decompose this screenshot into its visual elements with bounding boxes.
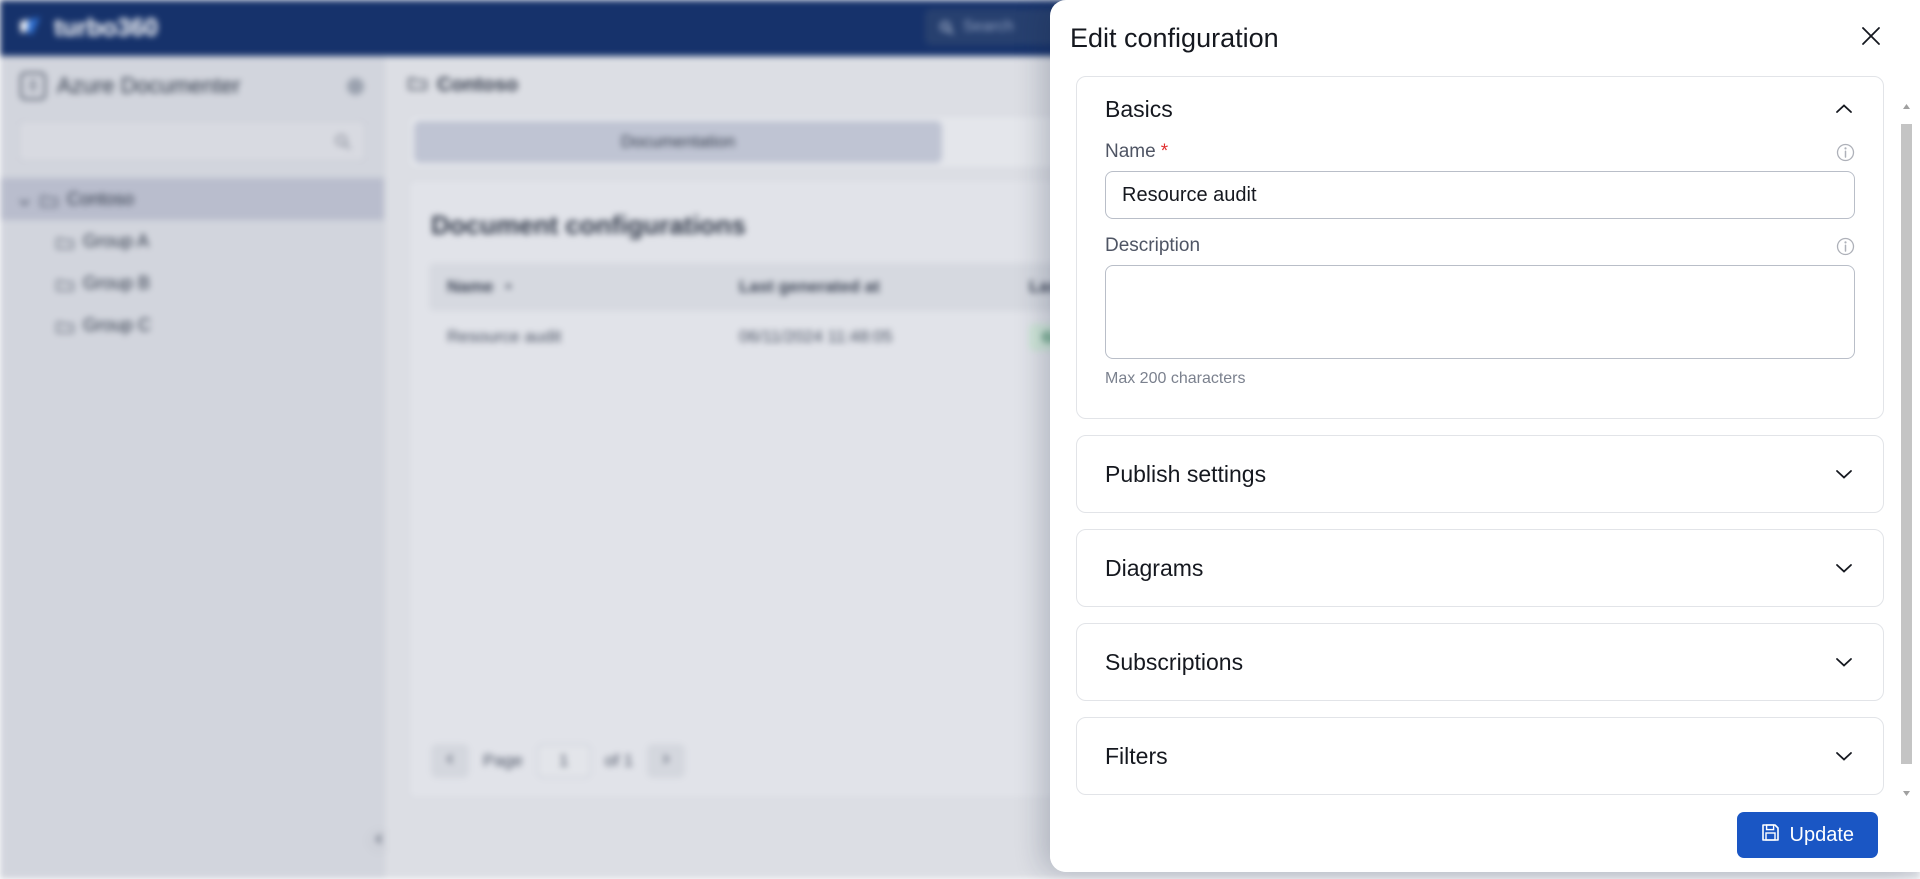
update-button[interactable]: Update [1736, 812, 1878, 858]
scroll-down-arrow-icon[interactable] [1902, 785, 1911, 796]
update-button-label: Update [1789, 823, 1855, 846]
section-basics: Basics Name * Resource audit Description… [1076, 76, 1884, 419]
sidebar-item-label: Group B [83, 272, 151, 293]
modal-body: Basics Name * Resource audit Description… [1050, 76, 1920, 798]
sidebar-item-label: Group C [83, 314, 152, 335]
section-filters-label: Filters [1105, 742, 1168, 769]
breadcrumb-label: Contoso [437, 74, 519, 96]
section-subscriptions: Subscriptions [1076, 623, 1884, 701]
field-name: Name * [1105, 141, 1855, 219]
sidebar-item-group-a[interactable]: Group A [0, 220, 384, 262]
section-filters: Filters [1076, 717, 1884, 795]
modal-footer: Update [1050, 798, 1920, 872]
sidebar-header: Azure Documenter [0, 56, 384, 116]
folder-icon [408, 74, 427, 97]
tab-documentation[interactable]: Documentation [414, 121, 942, 163]
column-header-name[interactable]: Name [429, 277, 739, 297]
sidebar-item-group-b[interactable]: Group B [0, 262, 384, 304]
section-basics-label: Basics [1105, 95, 1173, 122]
sidebar-item-contoso[interactable]: Contoso [0, 178, 384, 220]
chevron-down-icon [18, 193, 31, 206]
cell-name: Resource audit [447, 327, 562, 346]
chevron-down-icon [1833, 557, 1855, 579]
pagination-next-button[interactable] [647, 744, 686, 778]
search-icon [939, 20, 954, 35]
document-icon [20, 72, 46, 100]
sidebar-search-input[interactable] [18, 120, 366, 162]
field-description: Description Max 200 characters [1105, 235, 1855, 388]
sidebar-item-label: Group A [83, 230, 150, 251]
edit-configuration-modal: Edit configuration Basics Name * Resourc… [1050, 0, 1920, 872]
close-icon [1860, 25, 1882, 52]
folder-tree: Contoso Group A Group B Group C [0, 178, 384, 346]
modal-header: Edit configuration [1050, 0, 1920, 76]
gear-icon[interactable] [347, 77, 364, 95]
section-basics-body: Name * Resource audit Description Max 20… [1077, 141, 1883, 418]
section-diagrams-header[interactable]: Diagrams [1077, 530, 1883, 606]
column-header-label: Name [447, 277, 494, 296]
name-input[interactable] [1105, 171, 1855, 219]
modal-scrollbar-thumb[interactable] [1901, 124, 1912, 764]
section-diagrams-label: Diagrams [1105, 554, 1204, 581]
sidebar-item-label: Contoso [67, 188, 135, 209]
chevron-left-icon [444, 752, 456, 770]
field-name-label: Name * [1105, 141, 1836, 163]
info-icon[interactable] [1836, 237, 1855, 256]
chevron-left-icon [373, 832, 385, 850]
folder-icon [56, 276, 74, 291]
chevron-down-icon [1833, 745, 1855, 767]
pagination-page-input[interactable]: 1 [536, 744, 591, 778]
global-search-placeholder: Search [963, 18, 1014, 35]
scroll-up-arrow-icon[interactable] [1902, 98, 1911, 109]
app-root: turbo360 Search Azure Documenter Contoso… [0, 0, 1920, 879]
field-description-label-row: Description [1105, 235, 1855, 257]
field-name-label-row: Name * [1105, 141, 1855, 163]
sidebar-title: Azure Documenter [57, 73, 241, 98]
pagination-page-label: Page [483, 751, 523, 770]
save-icon [1761, 823, 1780, 848]
column-header-last-generated-at[interactable]: Last generated at [739, 277, 1029, 297]
chevron-up-icon [1833, 98, 1855, 120]
sidebar: Azure Documenter Contoso Group A Group B… [0, 56, 385, 879]
section-publish-settings-label: Publish settings [1105, 460, 1267, 487]
turbo360-logo-icon[interactable] [14, 11, 48, 45]
sidebar-item-group-c[interactable]: Group C [0, 304, 384, 346]
section-subscriptions-header[interactable]: Subscriptions [1077, 624, 1883, 700]
pagination-total-label: of 1 [604, 751, 634, 770]
modal-title: Edit configuration [1070, 22, 1279, 53]
folder-icon [40, 192, 58, 207]
folder-icon [56, 234, 74, 249]
section-subscriptions-label: Subscriptions [1105, 648, 1244, 675]
section-publish-settings-header[interactable]: Publish settings [1077, 436, 1883, 512]
section-publish-settings: Publish settings [1076, 435, 1884, 513]
folder-icon [56, 318, 74, 333]
chevron-right-icon [660, 752, 672, 770]
field-name-label-text: Name [1105, 141, 1156, 162]
close-button[interactable] [1856, 23, 1886, 53]
search-icon [334, 133, 351, 150]
description-hint: Max 200 characters [1105, 370, 1246, 387]
sort-asc-icon [503, 277, 514, 297]
description-textarea[interactable] [1105, 265, 1855, 359]
pagination: Page 1 of 1 [431, 744, 686, 778]
required-asterisk: * [1160, 141, 1169, 162]
pagination-prev-button[interactable] [431, 744, 469, 778]
modal-scrollbar[interactable] [1901, 98, 1912, 796]
section-filters-header[interactable]: Filters [1077, 718, 1883, 794]
field-description-label: Description [1105, 235, 1201, 256]
section-diagrams: Diagrams [1076, 529, 1884, 607]
brand-name: turbo360 [54, 13, 158, 42]
cell-last-generated-at: 06/11/2024 11:48:05 [739, 327, 893, 346]
section-basics-header[interactable]: Basics [1077, 77, 1883, 141]
chevron-down-icon [1833, 463, 1855, 485]
chevron-down-icon [1833, 651, 1855, 673]
info-icon[interactable] [1836, 143, 1855, 162]
